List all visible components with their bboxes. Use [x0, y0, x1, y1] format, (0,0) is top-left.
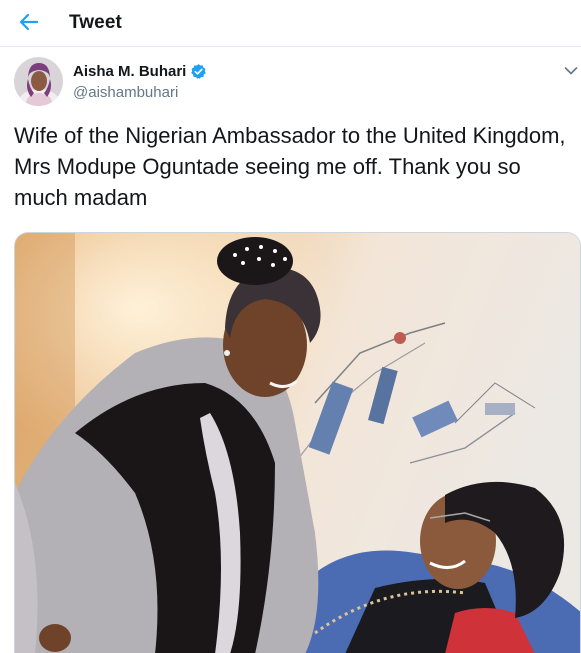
more-options-button[interactable]: [562, 62, 580, 80]
back-button[interactable]: [14, 9, 44, 35]
verified-badge-icon: [191, 64, 207, 79]
author-name[interactable]: Aisha M. Buhari: [73, 63, 207, 80]
page-title: Tweet: [69, 12, 122, 33]
chevron-down-icon: [564, 67, 578, 75]
author-display-name: Aisha M. Buhari: [73, 63, 187, 80]
top-bar: Tweet: [0, 0, 581, 47]
tweet-text: Wife of the Nigerian Ambassador to the U…: [14, 123, 566, 210]
back-arrow-icon: [19, 13, 39, 31]
author-handle[interactable]: @aishambuhari: [73, 84, 178, 101]
tweet-photo[interactable]: [14, 232, 581, 653]
avatar[interactable]: [14, 57, 63, 106]
